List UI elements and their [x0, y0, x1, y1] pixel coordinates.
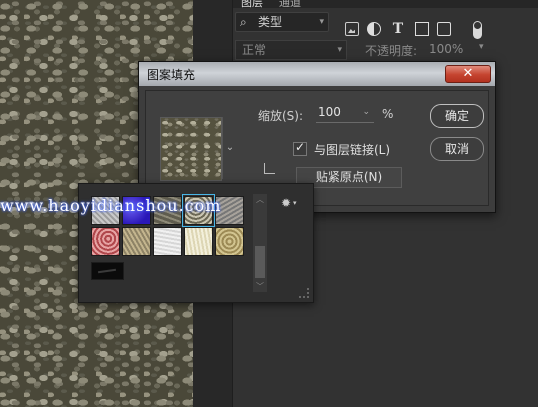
scale-value: 100 — [318, 105, 341, 119]
filter-toggle-switch[interactable] — [473, 21, 482, 39]
pattern-swatch[interactable] — [215, 227, 244, 256]
chevron-down-icon: ▾ — [337, 45, 342, 55]
chevron-down-icon[interactable]: ﹀ — [256, 281, 264, 292]
panel-tab-bar: 图层 通道 — [233, 0, 538, 10]
pattern-swatch[interactable] — [91, 227, 120, 256]
kind-filter-label: 类型 — [258, 15, 283, 29]
cancel-button[interactable]: 取消 — [430, 137, 484, 161]
scale-input[interactable]: 100 ⌄ — [316, 103, 374, 123]
new-preset-icon[interactable] — [264, 163, 275, 174]
scale-unit: % — [382, 107, 394, 121]
adjustment-layer-filter-icon[interactable] — [367, 22, 381, 36]
pixel-layer-filter-icon[interactable] — [345, 22, 359, 36]
kind-filter-select[interactable]: ⌕ 类型 ▾ — [235, 12, 329, 32]
watermark-text: www.haoyidianshou.com — [0, 196, 222, 215]
close-button[interactable]: ✕ — [445, 65, 491, 83]
opacity-label: 不透明度: — [365, 44, 418, 58]
ok-button[interactable]: 确定 — [430, 104, 484, 128]
pattern-swatch[interactable] — [184, 227, 213, 256]
tab-channels[interactable]: 通道 — [279, 0, 301, 10]
pattern-picker-toggle[interactable]: ⌄ — [222, 117, 237, 179]
layer-filter-row: ⌕ 类型 ▾ T — [233, 10, 538, 39]
resize-grip-icon[interactable] — [299, 288, 309, 298]
chevron-down-icon[interactable]: ▾ — [479, 42, 484, 52]
blend-row: 正常 ▾ 不透明度: 100% ▾ — [233, 38, 538, 60]
tab-layers[interactable]: 图层 — [241, 0, 263, 10]
chevron-down-icon: ▾ — [319, 17, 324, 27]
blend-mode-value: 正常 — [242, 43, 267, 57]
search-icon: ⌕ — [240, 15, 247, 29]
shape-layer-filter-icon[interactable] — [415, 22, 429, 36]
pattern-swatch[interactable] — [153, 227, 182, 256]
smart-object-filter-icon[interactable] — [437, 22, 451, 36]
chevron-down-icon[interactable]: ⌄ — [362, 103, 370, 122]
pattern-preview-thumbnail[interactable] — [160, 117, 222, 181]
scale-label: 缩放(S): — [258, 109, 304, 123]
blend-mode-select[interactable]: 正常 ▾ — [235, 40, 347, 60]
dialog-titlebar[interactable]: 图案填充 ✕ — [139, 62, 495, 86]
link-with-layer-checkbox[interactable] — [293, 140, 307, 156]
dialog-title: 图案填充 — [147, 68, 196, 82]
pattern-swatch[interactable] — [122, 227, 151, 256]
opacity-value[interactable]: 100% — [429, 42, 463, 56]
link-with-layer-label: 与图层链接(L) — [314, 143, 391, 157]
pattern-swatch[interactable] — [91, 262, 124, 280]
scrollbar-thumb[interactable] — [255, 246, 265, 278]
type-layer-filter-icon[interactable]: T — [391, 22, 405, 36]
